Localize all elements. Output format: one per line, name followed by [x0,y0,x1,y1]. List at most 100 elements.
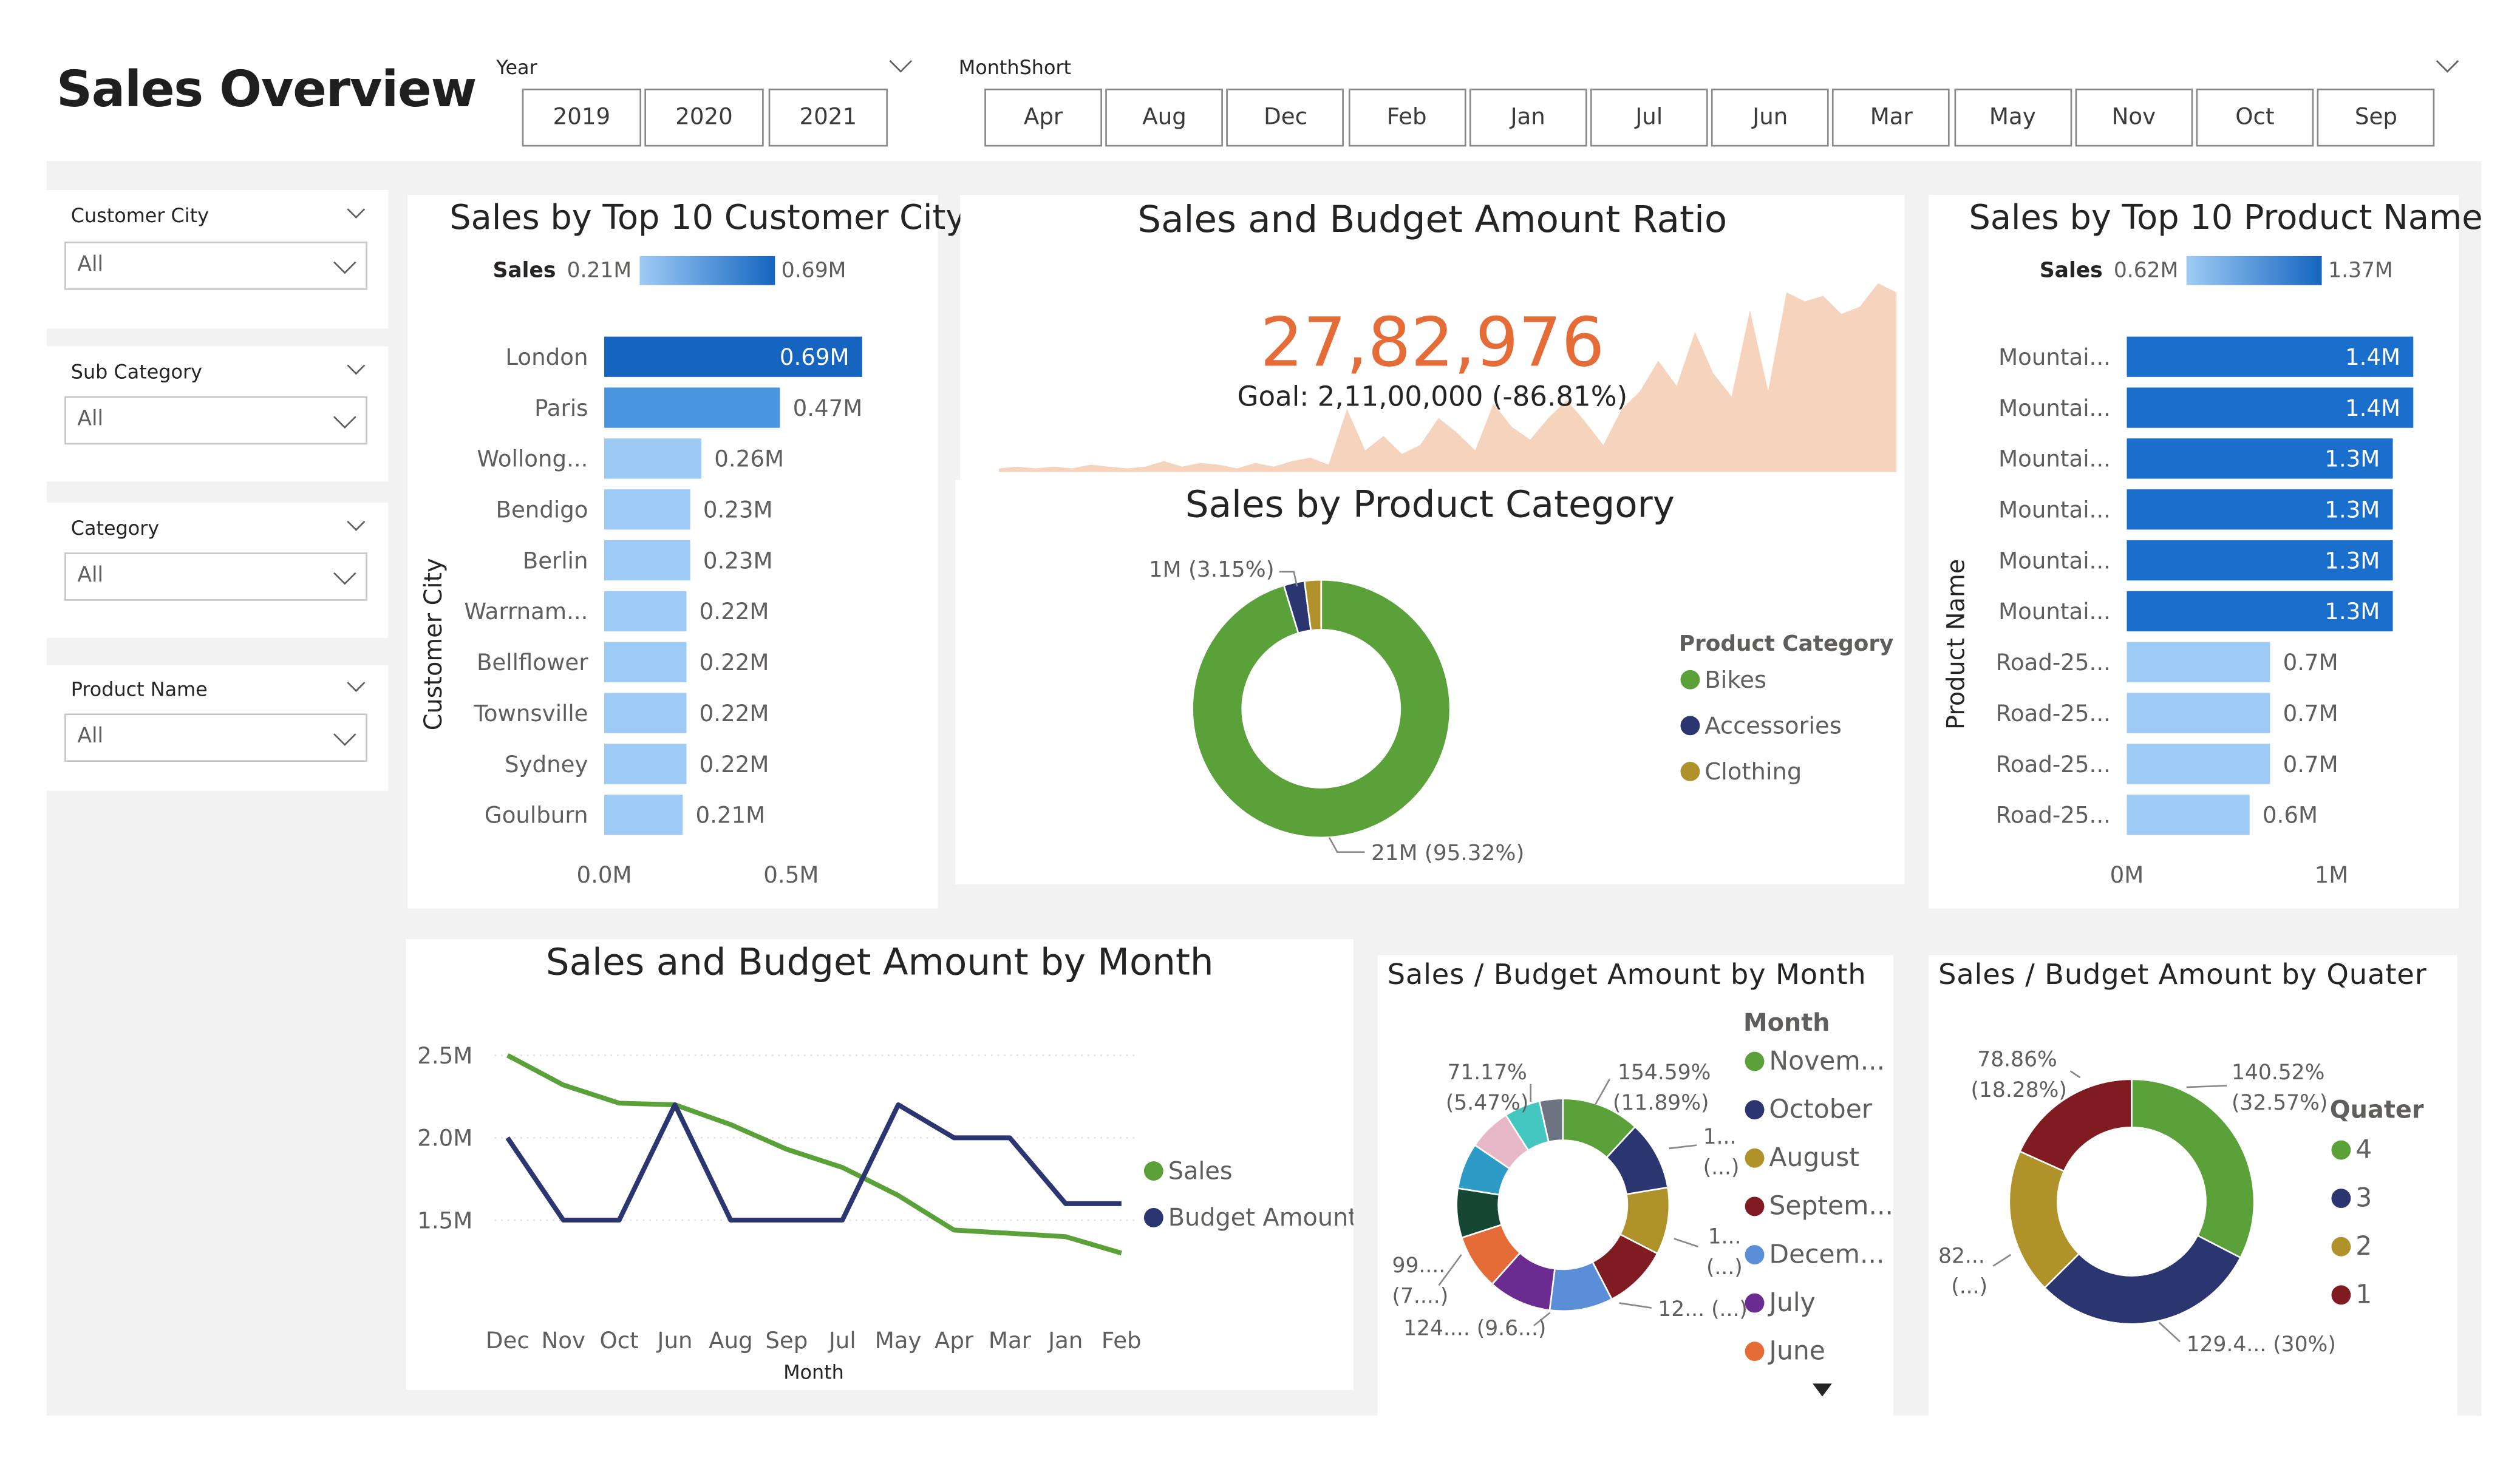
bar[interactable] [604,642,687,682]
y-axis-title: Customer City [420,558,448,730]
x-axis-title: Month [783,1360,844,1383]
data-label: 0.26M [714,446,784,472]
filter-customer-city: Customer City All [46,190,389,329]
legend-item[interactable]: June [1767,1336,1825,1366]
data-label: 1.3M [2324,497,2380,523]
legend-marker [2331,1285,2351,1305]
legend-item[interactable]: July [1767,1288,1815,1318]
category-label: Townsville [473,701,588,727]
kpi-value: 27,82,976 [1260,302,1605,382]
month-option-nov[interactable]: Nov [2075,88,2193,147]
filter-label: Category [70,517,160,540]
bar[interactable] [604,540,690,581]
legend-item[interactable]: Accessories [1704,713,1841,740]
customer-city-dropdown[interactable]: All [64,242,367,290]
legend-item[interactable]: 2 [2355,1232,2372,1261]
chevron-down-icon[interactable] [347,674,366,693]
month-option-oct[interactable]: Oct [2196,88,2314,147]
legend-item[interactable]: Bikes [1704,667,1766,694]
y-tick-label: 2.0M [417,1125,472,1152]
x-tick-label: Jun [656,1328,693,1354]
ratio-quarter-donut-card: Sales / Budget Amount by Quater Quater 4 3… [1929,955,2457,1416]
filter-label: Product Name [70,678,208,701]
dropdown-value: All [77,253,104,277]
month-option-sep[interactable]: Sep [2317,88,2435,147]
bar[interactable] [2127,744,2270,784]
month-option-aug[interactable]: Aug [1105,88,1224,147]
month-option-may[interactable]: May [1953,88,2072,147]
bar[interactable] [604,795,683,835]
legend-item[interactable]: 3 [2355,1183,2372,1213]
month-option-dec[interactable]: Dec [1227,88,1344,147]
bar[interactable] [2127,795,2250,835]
legend-item[interactable]: Budget Amount [1168,1204,1354,1232]
product-name-dropdown[interactable]: All [64,713,367,762]
label-leader [1992,1254,2012,1267]
category-label: Bendigo [495,497,588,523]
year-option-2021[interactable]: 2021 [768,88,888,147]
month-option-apr[interactable]: Apr [984,88,1102,147]
chevron-down-icon[interactable] [347,200,366,219]
legend-title: Quater [2330,1096,2424,1124]
legend-max: 0.69M [782,258,846,282]
label-leader [1594,1079,1610,1105]
bar[interactable] [604,693,687,733]
data-label: 129.4... (30%) [2187,1332,2336,1357]
legend-title: Month [1743,1009,1830,1037]
category-label: Mountai... [1998,446,2111,472]
chevron-down-icon[interactable] [2436,50,2459,73]
chevron-down-icon[interactable] [347,512,366,531]
dropdown-value: All [77,563,104,588]
legend-item[interactable]: August [1769,1143,1859,1173]
product-bar-chart-card: Sales by Top 10 Product Name Sales 0.62M 1… [1929,195,2483,909]
city-bar-chart: Sales 0.21M 0.69M Customer City London 0.69M P… [420,256,862,888]
legend-item[interactable]: Decem... [1769,1240,1884,1269]
data-label: 0.22M [700,599,769,625]
bar[interactable] [604,489,690,530]
category-dropdown[interactable]: All [64,552,367,601]
label-leader [2186,1085,2227,1088]
bar[interactable] [604,744,687,784]
bar[interactable] [2127,693,2270,733]
series-line-budget-amount[interactable] [505,1102,1122,1223]
category-donut-chart: 1M (3.15%) 21M (95.32%) Product Category Bi… [1149,557,1894,866]
legend-item[interactable]: Novem... [1769,1047,1885,1076]
product-bar-chart: Sales 0.62M 1.37M Product Name Mountai... 1.4… [1942,256,2414,888]
chevron-down-icon[interactable] [347,356,366,375]
series-line-sales[interactable] [506,1053,1122,1256]
data-label: 99.... [1392,1254,1446,1278]
month-option-jan[interactable]: Jan [1469,88,1587,147]
legend-marker [1745,1051,1765,1071]
legend-item[interactable]: Septem... [1769,1192,1893,1221]
x-tick-label: May [875,1328,922,1354]
bar[interactable] [604,438,702,479]
legend-marker [1143,1208,1163,1227]
chevron-down-icon[interactable] [889,50,913,73]
month-option-feb[interactable]: Feb [1347,88,1466,147]
data-label: 0.22M [700,701,769,727]
legend-marker [1745,1293,1765,1313]
month-option-mar[interactable]: Mar [1832,88,1950,147]
legend-title: Sales [493,258,556,282]
year-option-2019[interactable]: 2019 [522,88,642,147]
month-option-jun[interactable]: Jun [1711,88,1830,147]
bar[interactable] [604,591,687,632]
data-label: 0.7M [2283,701,2338,727]
bar[interactable] [604,387,780,428]
legend-item[interactable]: Sales [1168,1157,1233,1185]
legend-item[interactable]: 4 [2355,1135,2372,1165]
legend-item[interactable]: October [1769,1094,1872,1124]
legend-title: Product Category [1679,631,1894,656]
year-option-2020[interactable]: 2020 [644,88,764,147]
scroll-down-icon[interactable] [1813,1383,1832,1397]
data-label: 140.52% [2232,1060,2324,1085]
month-option-jul[interactable]: Jul [1590,88,1708,147]
legend-marker [1745,1100,1765,1120]
legend-item[interactable]: Clothing [1704,758,1802,785]
legend-item[interactable]: 1 [2355,1280,2372,1310]
sub-category-dropdown[interactable]: All [64,396,367,445]
data-label: 0.7M [2283,650,2338,676]
monthly-line-chart-card: Sales and Budget Amount by Month 2.5M 2.0… [406,938,1354,1390]
bar[interactable] [2127,642,2270,682]
category-label: Road-25... [1996,751,2111,778]
